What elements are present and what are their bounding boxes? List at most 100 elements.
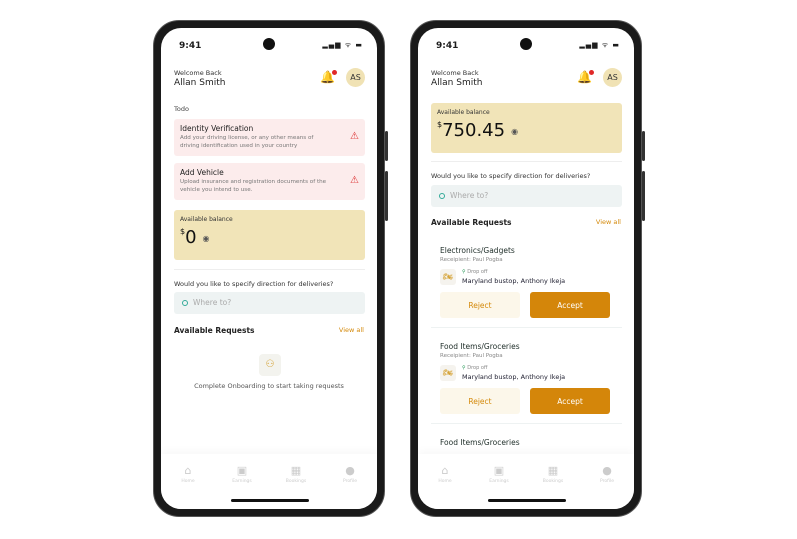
reject-button[interactable]: Reject: [440, 388, 520, 414]
direction-question: Would you like to specify direction for …: [174, 280, 334, 288]
home-indicator: [231, 499, 309, 502]
home-indicator: [488, 499, 566, 502]
nav-home[interactable]: ⌂ Home: [425, 464, 465, 509]
request-card[interactable]: Electronics/Gadgets Receipient: Paul Pog…: [431, 246, 622, 328]
user-icon: ●: [345, 464, 355, 477]
welcome-text: Welcome Back: [431, 69, 479, 77]
drop-off-address: Maryland bustop, Anthony Ikeja: [462, 277, 566, 285]
notification-dot: [332, 70, 337, 75]
avatar[interactable]: AS: [346, 68, 365, 87]
direction-question: Would you like to specify direction for …: [431, 172, 591, 180]
user-name: Allan Smith: [174, 78, 226, 88]
eye-off-icon[interactable]: ◉: [511, 127, 518, 136]
status-time: 9:41: [179, 41, 202, 51]
location-dot-icon: [439, 193, 445, 199]
nav-label: Bookings: [285, 479, 307, 484]
balance-amount: 0: [185, 227, 197, 248]
phone-requests: 9:41 ▂▄▆ ᯤ ▬ Welcome Back Allan Smith 🔔 …: [410, 20, 645, 517]
nav-earnings[interactable]: ▣ Earnings: [479, 464, 519, 509]
camera: [520, 38, 532, 50]
motorbike-icon: 🏍: [440, 365, 456, 381]
nav-earnings[interactable]: ▣ Earnings: [222, 464, 262, 509]
todo-title: Identity Verification: [180, 124, 254, 133]
status-icons: ▂▄▆ ᯤ ▬: [579, 41, 620, 49]
where-to-input[interactable]: Where to?: [431, 185, 622, 207]
request-title: Food Items/Groceries: [440, 438, 520, 447]
nav-profile[interactable]: ● Profile: [587, 464, 627, 509]
nav-label: Profile: [600, 479, 614, 484]
nav-label: Home: [181, 479, 195, 484]
where-to-input[interactable]: Where to?: [174, 292, 365, 314]
accept-button[interactable]: Accept: [530, 292, 610, 318]
request-recipient: Receipient: Paul Pogba: [440, 257, 503, 263]
status-time: 9:41: [436, 41, 459, 51]
available-requests-title: Available Requests: [174, 326, 255, 335]
nav-home[interactable]: ⌂ Home: [168, 464, 208, 509]
nav-label: Earnings: [232, 479, 252, 484]
screen: 9:41 ▂▄▆ ᯤ ▬ Welcome Back Allan Smith 🔔 …: [161, 28, 377, 509]
todo-desc: Upload insurance and registration docume…: [180, 179, 327, 193]
where-to-placeholder: Where to?: [450, 191, 489, 200]
todo-desc: Add your driving license, or any other m…: [180, 135, 314, 149]
balance-amount: 750.45: [442, 120, 506, 141]
request-title: Food Items/Groceries: [440, 342, 520, 351]
balance-card: Available balance $0 ◉: [174, 210, 365, 260]
todo-label: Todo: [174, 105, 189, 113]
todo-add-vehicle[interactable]: Add Vehicle Upload insurance and registr…: [174, 163, 365, 200]
home-icon: ⌂: [441, 464, 449, 477]
notification-dot: [589, 70, 594, 75]
nav-bookings[interactable]: ▦ Bookings: [276, 464, 316, 509]
status-icons: ▂▄▆ ᯤ ▬: [322, 41, 363, 49]
drop-off-label: Drop off: [467, 365, 488, 371]
divider: [431, 161, 622, 162]
empty-state-text: Complete Onboarding to start taking requ…: [194, 382, 344, 390]
calendar-icon: ▦: [547, 464, 559, 477]
divider: [174, 269, 365, 270]
bell-icon[interactable]: 🔔: [320, 70, 337, 84]
balance-card: Available balance $750.45 ◉: [431, 103, 622, 153]
balance-label: Available balance: [180, 216, 233, 223]
wallet-icon: ▣: [493, 464, 505, 477]
request-recipient: Receipient: Paul Pogba: [440, 353, 503, 359]
user-icon: ●: [602, 464, 612, 477]
user-name: Allan Smith: [431, 78, 483, 88]
warning-icon: ⚠: [350, 175, 359, 186]
drop-off-label: Drop off: [467, 269, 488, 275]
request-card[interactable]: Food Items/Groceries: [431, 438, 622, 447]
phone-onboarding: 9:41 ▂▄▆ ᯤ ▬ Welcome Back Allan Smith 🔔 …: [153, 20, 388, 517]
todo-title: Add Vehicle: [180, 168, 224, 177]
screen: 9:41 ▂▄▆ ᯤ ▬ Welcome Back Allan Smith 🔔 …: [418, 28, 634, 509]
todo-identity-verification[interactable]: Identity Verification Add your driving l…: [174, 119, 365, 156]
avatar[interactable]: AS: [603, 68, 622, 87]
accept-button[interactable]: Accept: [530, 388, 610, 414]
nav-label: Bookings: [542, 479, 564, 484]
warning-icon: ⚠: [350, 131, 359, 142]
request-title: Electronics/Gadgets: [440, 246, 515, 255]
where-to-placeholder: Where to?: [193, 298, 232, 307]
nav-label: Profile: [343, 479, 357, 484]
available-requests-title: Available Requests: [431, 218, 512, 227]
motorbike-icon: 🏍: [440, 269, 456, 285]
nav-bookings[interactable]: ▦ Bookings: [533, 464, 573, 509]
camera: [263, 38, 275, 50]
location-dot-icon: [182, 300, 188, 306]
nav-label: Earnings: [489, 479, 509, 484]
bell-icon[interactable]: 🔔: [577, 70, 594, 84]
nav-label: Home: [438, 479, 452, 484]
view-all-link[interactable]: View all: [339, 326, 364, 334]
divider: [431, 423, 622, 424]
view-all-link[interactable]: View all: [596, 218, 621, 226]
welcome-text: Welcome Back: [174, 69, 222, 77]
wallet-icon: ▣: [236, 464, 248, 477]
nav-profile[interactable]: ● Profile: [330, 464, 370, 509]
onboarding-icon: ⚇: [259, 354, 281, 376]
drop-off-address: Maryland bustop, Anthony Ikeja: [462, 373, 566, 381]
request-card[interactable]: Food Items/Groceries Receipient: Paul Po…: [431, 342, 622, 424]
calendar-icon: ▦: [290, 464, 302, 477]
pin-icon: ⚲: [462, 269, 466, 275]
pin-icon: ⚲: [462, 365, 466, 371]
divider: [431, 327, 622, 328]
eye-off-icon[interactable]: ◉: [203, 234, 210, 243]
reject-button[interactable]: Reject: [440, 292, 520, 318]
home-icon: ⌂: [184, 464, 192, 477]
